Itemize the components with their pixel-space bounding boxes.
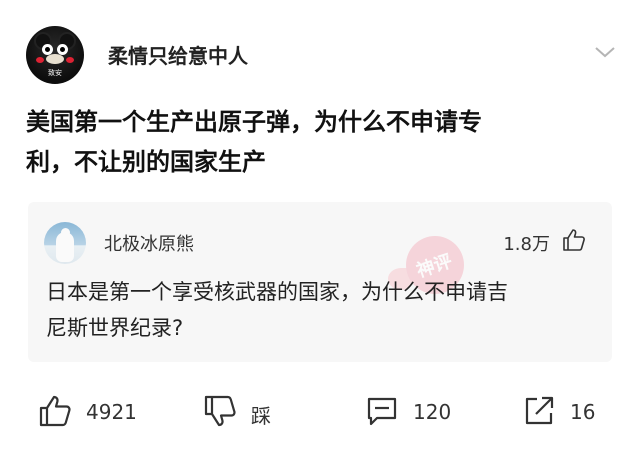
avatar-cheek [66, 57, 74, 63]
like-button[interactable]: 4921 [38, 390, 148, 430]
post-title-line: 美国第一个生产出原子弹，为什么不申请专 [26, 108, 482, 136]
comment-text-line: 日本是第一个享受核武器的国家，为什么不申请吉 [46, 280, 508, 304]
avatar-cheek [36, 57, 44, 63]
chevron-down-icon[interactable] [594, 44, 616, 60]
comment-text: 日本是第一个享受核武器的国家，为什么不申请吉 尼斯世界纪录? [46, 274, 602, 346]
thumbs-down-icon [204, 395, 236, 427]
avatar-tag: 致安 [48, 69, 62, 77]
share-icon [525, 396, 554, 425]
thumbs-up-icon[interactable] [562, 228, 586, 252]
dislike-button[interactable]: 踩 [203, 390, 283, 430]
dislike-label: 踩 [251, 404, 271, 428]
commenter-avatar[interactable] [44, 222, 86, 264]
post-header: 致安 柔情只给意中人 [26, 26, 616, 84]
like-count: 4921 [86, 400, 137, 424]
comment-like-count: 1.8万 [503, 234, 550, 255]
author-avatar[interactable]: 致安 [26, 26, 84, 84]
comment-text-line: 尼斯世界纪录? [46, 316, 184, 340]
avatar-muzzle [46, 54, 64, 64]
post-title-line: 利，不让别的国家生产 [26, 148, 266, 176]
share-button[interactable]: 16 [522, 390, 612, 430]
avatar-eye [57, 44, 68, 55]
comment-icon [367, 397, 397, 426]
comment-button[interactable]: 120 [365, 390, 465, 430]
share-count: 16 [570, 400, 596, 424]
action-bar: 4921 踩 120 16 [0, 390, 640, 434]
comment-count: 120 [413, 400, 452, 424]
post-title[interactable]: 美国第一个生产出原子弹，为什么不申请专 利，不让别的国家生产 [26, 102, 616, 182]
author-name[interactable]: 柔情只给意中人 [108, 40, 248, 69]
polar-bear-image [56, 228, 74, 262]
hot-comment-card[interactable]: 北极冰原熊 1.8万 神评 日本是第一个享受核武器的国家，为什么不申请吉 尼斯世… [28, 202, 612, 362]
commenter-name[interactable]: 北极冰原熊 [104, 230, 194, 256]
thumbs-up-icon [39, 395, 71, 427]
